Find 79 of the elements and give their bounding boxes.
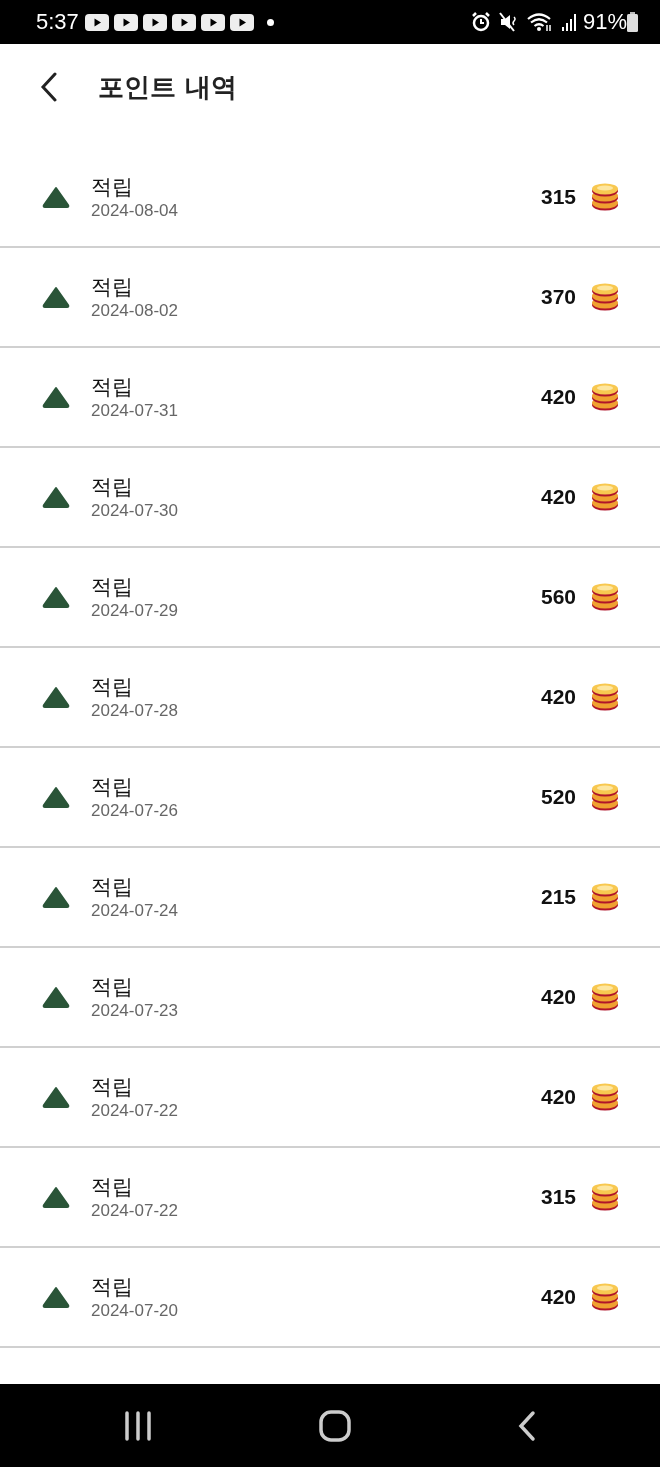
entry-type: 적립 [91,674,134,701]
video-app-icon [171,13,196,31]
up-triangle-icon [42,1186,70,1208]
point-amount: 370 [540,285,576,309]
entry-date: 2024-07-30 [91,501,179,521]
point-amount: 420 [540,1285,576,1309]
coin-stack-icon [590,282,620,312]
coin-stack-icon [590,682,620,712]
video-app-icon [84,13,109,31]
point-amount: 315 [540,1185,576,1209]
coin-stack-icon [590,482,620,512]
up-triangle-icon [42,286,70,308]
point-amount: 420 [540,1085,576,1109]
video-app-icon [200,13,225,31]
home-icon[interactable] [319,1409,351,1442]
up-triangle-icon [42,586,70,608]
entry-date: 2024-07-31 [91,401,179,421]
point-amount: 215 [540,885,576,909]
recent-apps-icon[interactable] [123,1410,153,1441]
back-icon[interactable] [40,72,58,102]
status-time: 5:37 [36,9,79,35]
point-amount: 420 [540,985,576,1009]
point-amount: 420 [540,685,576,709]
coin-stack-icon [590,582,620,612]
coin-stack-icon [590,882,620,912]
signal-icon [560,13,577,31]
coin-stack-icon [590,1182,620,1212]
entry-type: 적립 [91,574,134,601]
mute-icon [498,12,519,32]
up-triangle-icon [42,486,70,508]
coin-stack-icon [590,1082,620,1112]
coin-stack-icon [590,1282,620,1312]
point-amount: 315 [540,185,576,209]
entry-type: 적립 [91,774,134,801]
entry-type: 적립 [91,274,134,301]
entry-type: 적립 [91,174,134,201]
entry-date: 2024-07-23 [91,1001,179,1021]
entry-date: 2024-07-28 [91,701,179,721]
coin-stack-icon [590,782,620,812]
entry-date: 2024-08-02 [91,301,179,321]
coin-stack-icon [590,982,620,1012]
up-triangle-icon [42,386,70,408]
page-title: 포인트 내역 [98,70,238,104]
entry-type: 적립 [91,1174,134,1201]
point-amount: 420 [540,385,576,409]
point-amount: 560 [540,585,576,609]
up-triangle-icon [42,1286,70,1308]
up-triangle-icon [42,1086,70,1108]
up-triangle-icon [42,186,70,208]
entry-date: 2024-07-22 [91,1201,179,1221]
video-app-icon [113,13,138,31]
up-triangle-icon [42,886,70,908]
battery-icon [627,12,638,32]
up-triangle-icon [42,786,70,808]
back-icon[interactable] [517,1409,537,1442]
up-triangle-icon [42,686,70,708]
entry-type: 적립 [91,1274,134,1301]
entry-date: 2024-07-24 [91,901,179,921]
coin-stack-icon [590,382,620,412]
entry-type: 적립 [91,374,134,401]
video-app-icon [229,13,254,31]
entry-date: 2024-07-20 [91,1301,179,1321]
point-amount: 420 [540,485,576,509]
entry-date: 2024-07-29 [91,601,179,621]
entry-type: 적립 [91,1074,134,1101]
entry-date: 2024-07-22 [91,1101,179,1121]
more-dot-icon [266,18,274,26]
alarm-icon [470,12,491,32]
battery-percent: 91% [582,9,627,35]
entry-date: 2024-08-04 [91,201,179,221]
point-amount: 520 [540,785,576,809]
entry-type: 적립 [91,974,134,1001]
coin-stack-icon [590,182,620,212]
up-triangle-icon [42,986,70,1008]
video-app-icon [142,13,167,31]
wifi-icon [526,12,553,32]
entry-type: 적립 [91,874,134,901]
entry-type: 적립 [91,474,134,501]
entry-date: 2024-07-26 [91,801,179,821]
